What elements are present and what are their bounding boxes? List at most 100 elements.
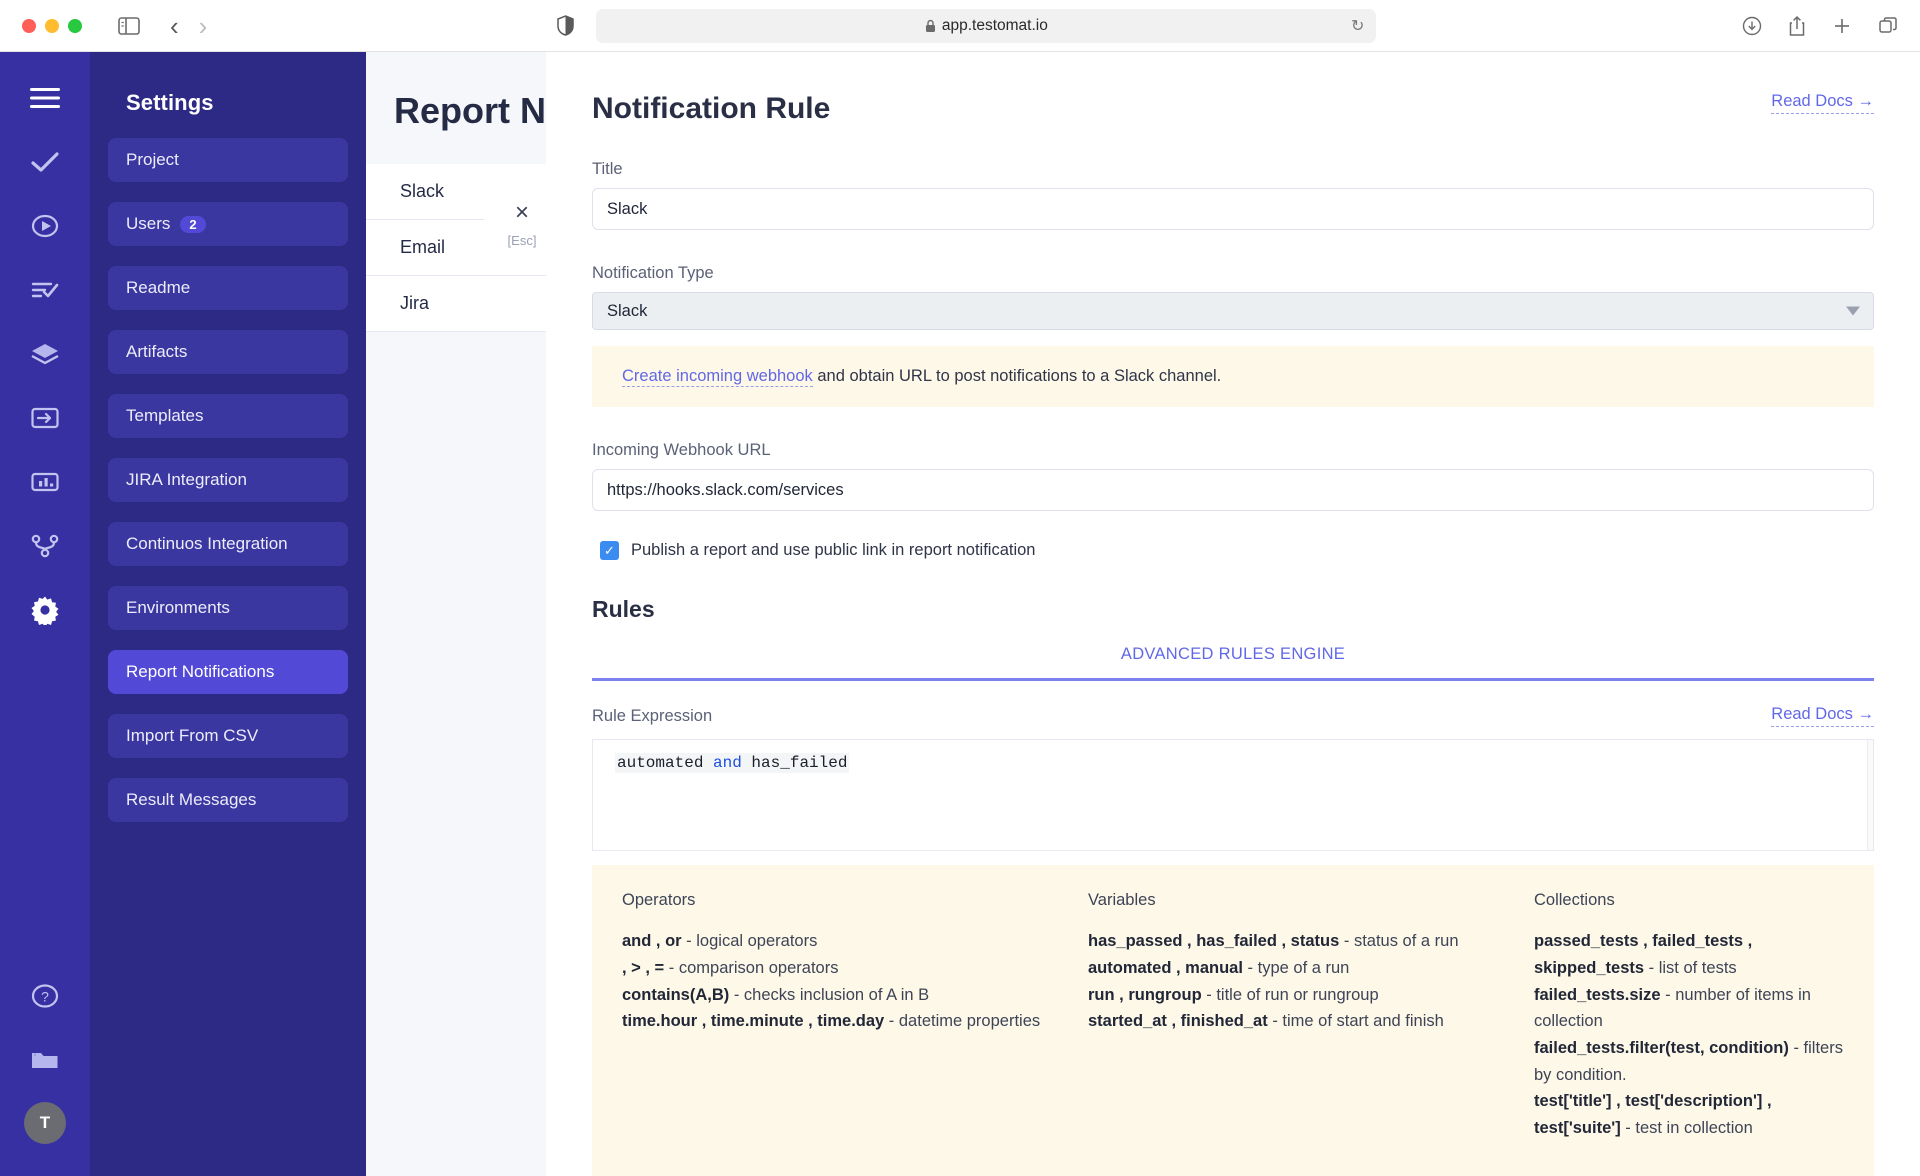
rule-expression-label: Rule Expression	[592, 706, 713, 725]
variables-title: Variables	[1088, 891, 1156, 910]
sidebar-item-label: Report Notifications	[126, 662, 275, 681]
url-text: app.testomat.io	[941, 16, 1048, 34]
code-keyword: and	[713, 754, 742, 773]
back-icon[interactable]: ‹	[170, 13, 179, 39]
avatar[interactable]: T	[24, 1102, 66, 1144]
lock-icon	[925, 19, 935, 32]
rules-heading: Rules	[592, 596, 655, 623]
close-modal-button[interactable]: × [Esc]	[484, 185, 560, 263]
address-bar[interactable]: app.testomat.io ↻	[596, 8, 1377, 43]
webhook-url-input[interactable]	[592, 469, 1874, 512]
reload-icon[interactable]: ↻	[1351, 16, 1364, 36]
download-icon[interactable]	[1742, 16, 1762, 36]
help-icon[interactable]: ?	[23, 974, 67, 1018]
editor-scrollbar[interactable]	[1867, 740, 1873, 851]
reference-line: automated , manual - type of a run	[1088, 955, 1488, 982]
reference-line: , > , = - comparison operators	[622, 955, 1042, 982]
notification-type-label: Notification Type	[592, 264, 714, 282]
checkmark-icon[interactable]	[23, 140, 67, 184]
sidebar-item-readme[interactable]: Readme	[108, 266, 348, 310]
sidebar-item-report-notifications[interactable]: Report Notifications	[108, 650, 348, 694]
reference-code: contains(A,B)	[622, 985, 730, 1004]
sidebar-item-continuos-integration[interactable]: Continuos Integration	[108, 522, 348, 566]
operators-column: Operators and , or - logical operators, …	[622, 891, 1042, 1142]
folder-icon[interactable]	[23, 1038, 67, 1082]
reference-desc: - title of run or rungroup	[1201, 985, 1379, 1004]
icon-rail: ? T	[0, 52, 90, 1176]
notification-type-value: Slack	[592, 292, 1874, 330]
sidebar-item-jira-integration[interactable]: JIRA Integration	[108, 458, 348, 502]
reference-code: time.hour , time.minute , time.day	[622, 1012, 885, 1031]
title-input[interactable]	[592, 188, 1874, 230]
sidebar-item-environments[interactable]: Environments	[108, 586, 348, 630]
read-docs-link-header[interactable]: Read Docs →	[1771, 92, 1874, 114]
list-item[interactable]: Jira	[366, 276, 566, 332]
close-icon: ×	[514, 198, 529, 226]
collections-column: Collections passed_tests , failed_tests …	[1534, 891, 1844, 1142]
forward-icon[interactable]: ›	[199, 13, 208, 39]
rule-expression-header: Rule Expression Read Docs →	[592, 705, 1874, 728]
sidebar-item-project[interactable]: Project	[108, 138, 348, 182]
sidebar-item-import-from-csv[interactable]: Import From CSV	[108, 714, 348, 758]
sidebar-item-users[interactable]: Users 2	[108, 202, 348, 246]
sidebar-item-label: Templates	[126, 406, 204, 425]
tab-overview-icon[interactable]	[1878, 16, 1898, 36]
play-circle-icon[interactable]	[23, 204, 67, 248]
sidebar-item-badge: 2	[180, 215, 206, 233]
reference-code: run , rungroup	[1088, 985, 1202, 1004]
sidebar-item-label: Readme	[126, 278, 191, 297]
reference-line: test['title'] , test['description'] , te…	[1534, 1088, 1844, 1141]
layers-icon[interactable]	[23, 332, 67, 376]
reference-code: failed_tests.filter(test, condition)	[1534, 1038, 1789, 1057]
menu-icon[interactable]	[23, 76, 67, 120]
reference-line: has_passed , has_failed , status - statu…	[1088, 928, 1488, 955]
reference-code: , > , =	[622, 958, 665, 977]
webhook-notice-text: and obtain URL to post notifications to …	[812, 367, 1222, 385]
webhook-notice: Create incoming webhook and obtain URL t…	[592, 346, 1874, 408]
reference-line: run , rungroup - title of run or rungrou…	[1088, 982, 1488, 1009]
code-text: has_failed	[741, 754, 848, 773]
maximize-window-button[interactable]	[68, 18, 82, 33]
minimize-window-button[interactable]	[45, 18, 59, 33]
reference-line: started_at , finished_at - time of start…	[1088, 1008, 1488, 1035]
sidebar-item-label: Project	[126, 150, 179, 169]
sidebar-item-label: Continuos Integration	[126, 534, 288, 553]
new-tab-icon[interactable]	[1832, 16, 1852, 36]
rule-expression-editor[interactable]: automated and has_failed	[592, 739, 1874, 852]
read-docs-link-expression[interactable]: Read Docs →	[1771, 705, 1874, 728]
reference-code: started_at , finished_at	[1088, 1012, 1268, 1031]
publish-report-row: ✓ Publish a report and use public link i…	[592, 541, 1874, 561]
chart-icon[interactable]	[23, 460, 67, 504]
sidebar-item-result-messages[interactable]: Result Messages	[108, 778, 348, 822]
reference-code: automated , manual	[1088, 958, 1243, 977]
reference-desc: - type of a run	[1242, 958, 1350, 977]
shield-icon[interactable]	[557, 15, 575, 36]
rules-reference-panel: Operators and , or - logical operators, …	[592, 865, 1874, 1176]
branch-icon[interactable]	[23, 524, 67, 568]
reference-desc: - list of tests	[1644, 958, 1737, 977]
code-text: automated	[617, 754, 714, 773]
tab-advanced-rules-engine[interactable]: ADVANCED RULES ENGINE	[1121, 645, 1345, 678]
import-icon[interactable]	[23, 396, 67, 440]
settings-sidebar: Settings Project Users 2 Readme Artifacts Tem…	[90, 52, 366, 1176]
create-incoming-webhook-link[interactable]: Create incoming webhook	[622, 367, 813, 387]
sidebar-toggle-icon[interactable]	[118, 16, 140, 35]
list-check-icon[interactable]	[23, 268, 67, 312]
close-window-button[interactable]	[22, 18, 36, 33]
sidebar-item-templates[interactable]: Templates	[108, 394, 348, 438]
tabs-underline	[592, 678, 1874, 682]
rules-tabs: ADVANCED RULES ENGINE	[592, 645, 1874, 682]
title-field-group: Title	[592, 160, 1874, 230]
notification-type-select[interactable]: Slack	[592, 292, 1874, 330]
publish-report-checkbox[interactable]: ✓	[600, 541, 619, 561]
reference-desc: - logical operators	[681, 932, 818, 951]
window-traffic-lights[interactable]	[22, 18, 82, 33]
sidebar-item-label: Environments	[126, 598, 230, 617]
reference-line: and , or - logical operators	[622, 928, 1042, 955]
settings-title: Settings	[126, 90, 214, 115]
share-icon[interactable]	[1788, 15, 1806, 37]
sidebar-item-label: Users	[126, 214, 171, 233]
reference-line: failed_tests.size - number of items in c…	[1534, 982, 1844, 1035]
gear-icon[interactable]	[23, 588, 67, 632]
sidebar-item-artifacts[interactable]: Artifacts	[108, 330, 348, 374]
